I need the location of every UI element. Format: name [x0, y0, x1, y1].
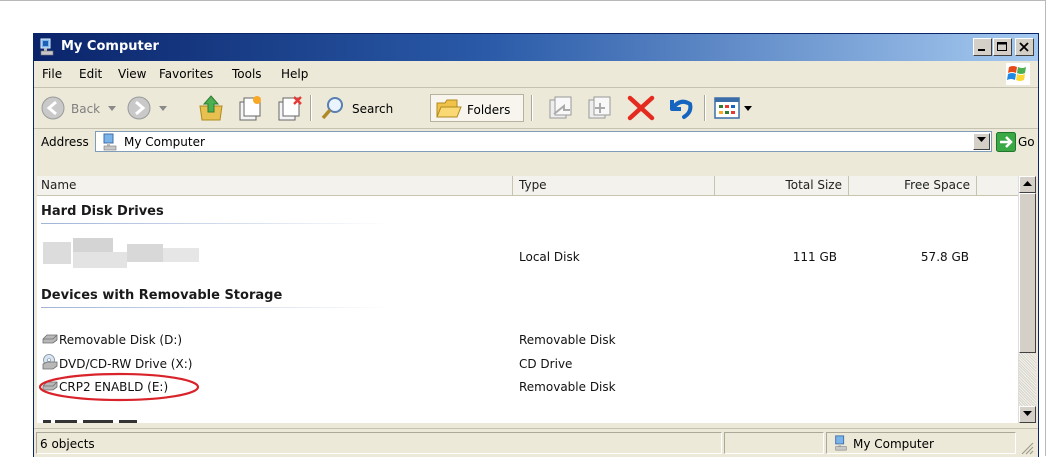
menu-edit[interactable]: Edit — [79, 67, 102, 81]
type-cell: CD Drive — [519, 357, 573, 371]
status-location: My Computer — [853, 437, 934, 451]
menu-bar: File Edit View Favorites Tools Help — [34, 62, 1038, 88]
address-field[interactable]: My Computer — [95, 131, 992, 152]
move-to-icon[interactable] — [235, 94, 265, 122]
move-folder-icon[interactable] — [546, 94, 576, 122]
search-label: Search — [352, 102, 394, 116]
back-button[interactable]: Back — [40, 94, 118, 122]
views-icon — [714, 97, 740, 119]
column-free-space[interactable]: Free Space — [849, 176, 977, 195]
menu-help[interactable]: Help — [281, 67, 308, 81]
menu-view[interactable]: View — [118, 67, 146, 81]
highlight-circle — [38, 372, 200, 402]
my-computer-status-icon — [835, 435, 847, 451]
total-size-cell: 111 GB — [792, 250, 837, 264]
back-arrow-icon — [41, 96, 65, 120]
blurred-drive-label — [43, 238, 199, 268]
back-dropdown-icon — [108, 106, 116, 111]
status-pane-empty — [724, 432, 824, 454]
scroll-down-button[interactable] — [1019, 406, 1036, 423]
menu-tools[interactable]: Tools — [232, 67, 262, 81]
frame-top-line — [0, 0, 1046, 1]
address-bar: Address My Computer Go — [34, 129, 1038, 155]
minimize-icon — [978, 49, 985, 51]
address-label: Address — [41, 135, 89, 149]
cd-drive-icon — [42, 354, 58, 370]
resize-grip-icon[interactable] — [1020, 441, 1034, 455]
folders-label: Folders — [467, 103, 511, 117]
windows-logo-icon — [1006, 63, 1030, 85]
undo-icon[interactable] — [664, 94, 696, 122]
close-icon — [1019, 42, 1029, 52]
go-button[interactable]: Go — [996, 131, 1036, 153]
frame-right-line — [1045, 0, 1046, 456]
folders-icon — [436, 99, 462, 118]
name-cell: Removable Disk (D:) — [59, 333, 183, 347]
group-removable-storage: Devices with Removable Storage — [41, 288, 283, 303]
title-bar[interactable]: My Computer — [34, 34, 1038, 61]
menu-file[interactable]: File — [42, 67, 62, 81]
column-name[interactable]: Name — [37, 176, 513, 195]
list-header: Name Type Total Size Free Space — [37, 176, 1018, 196]
folders-button[interactable]: Folders — [430, 94, 524, 122]
toolbar-separator — [704, 95, 706, 121]
close-button[interactable] — [1015, 38, 1034, 56]
file-list: Name Type Total Size Free Space Hard Dis… — [37, 176, 1018, 423]
copy-folder-icon[interactable] — [585, 94, 615, 122]
group-hard-disk-drives: Hard Disk Drives — [41, 204, 164, 219]
copy-to-icon[interactable] — [274, 94, 304, 122]
name-cell: DVD/CD-RW Drive (X:) — [59, 357, 193, 371]
address-value: My Computer — [124, 135, 205, 149]
type-cell: Removable Disk — [519, 380, 616, 394]
forward-arrow-icon — [127, 96, 151, 120]
go-label: Go — [1018, 135, 1035, 149]
search-button[interactable]: Search — [316, 94, 424, 122]
my-computer-icon — [40, 38, 54, 56]
drive-icon — [42, 334, 58, 344]
column-total-size[interactable]: Total Size — [715, 176, 849, 195]
free-space-cell: 57.8 GB — [920, 250, 969, 264]
column-type[interactable]: Type — [513, 176, 715, 195]
type-cell: Removable Disk — [519, 333, 616, 347]
scroll-track[interactable] — [1019, 353, 1036, 406]
address-dropdown-button[interactable] — [973, 133, 990, 150]
explorer-window: My Computer File Edit View Favorites Too… — [33, 33, 1039, 457]
maximize-button[interactable] — [993, 38, 1012, 56]
my-computer-small-icon — [103, 133, 117, 151]
forward-dropdown-icon — [159, 106, 167, 111]
chevron-down-icon — [977, 137, 986, 142]
scroll-up-button[interactable] — [1019, 176, 1036, 193]
forward-button[interactable] — [126, 94, 170, 122]
views-dropdown-icon — [744, 106, 752, 111]
go-arrow-icon — [996, 132, 1016, 152]
maximize-icon — [997, 42, 1007, 51]
chevron-up-icon — [1023, 181, 1032, 186]
status-pane-objects: 6 objects — [36, 432, 722, 454]
toolbar: Back Search Folders — [34, 88, 1038, 129]
toolbar-separator — [531, 95, 533, 121]
minimize-button[interactable] — [973, 38, 992, 56]
delete-icon[interactable] — [625, 94, 657, 122]
menu-favorites[interactable]: Favorites — [159, 67, 213, 81]
group-divider — [41, 223, 391, 224]
scroll-thumb[interactable] — [1019, 193, 1036, 353]
up-folder-icon[interactable] — [196, 94, 226, 122]
status-pane-location: My Computer — [826, 432, 1016, 454]
toolbar-separator — [310, 95, 312, 121]
search-icon — [321, 97, 343, 120]
status-object-count: 6 objects — [40, 437, 95, 451]
back-label: Back — [71, 102, 101, 116]
window-title: My Computer — [61, 39, 159, 54]
status-bar: 6 objects My Computer — [34, 428, 1038, 457]
chevron-down-icon — [1023, 411, 1032, 416]
vertical-scrollbar[interactable] — [1018, 176, 1036, 423]
views-button[interactable] — [712, 94, 754, 122]
type-cell: Local Disk — [519, 250, 580, 264]
group-divider — [41, 307, 391, 308]
next-group-clipped — [41, 416, 151, 423]
